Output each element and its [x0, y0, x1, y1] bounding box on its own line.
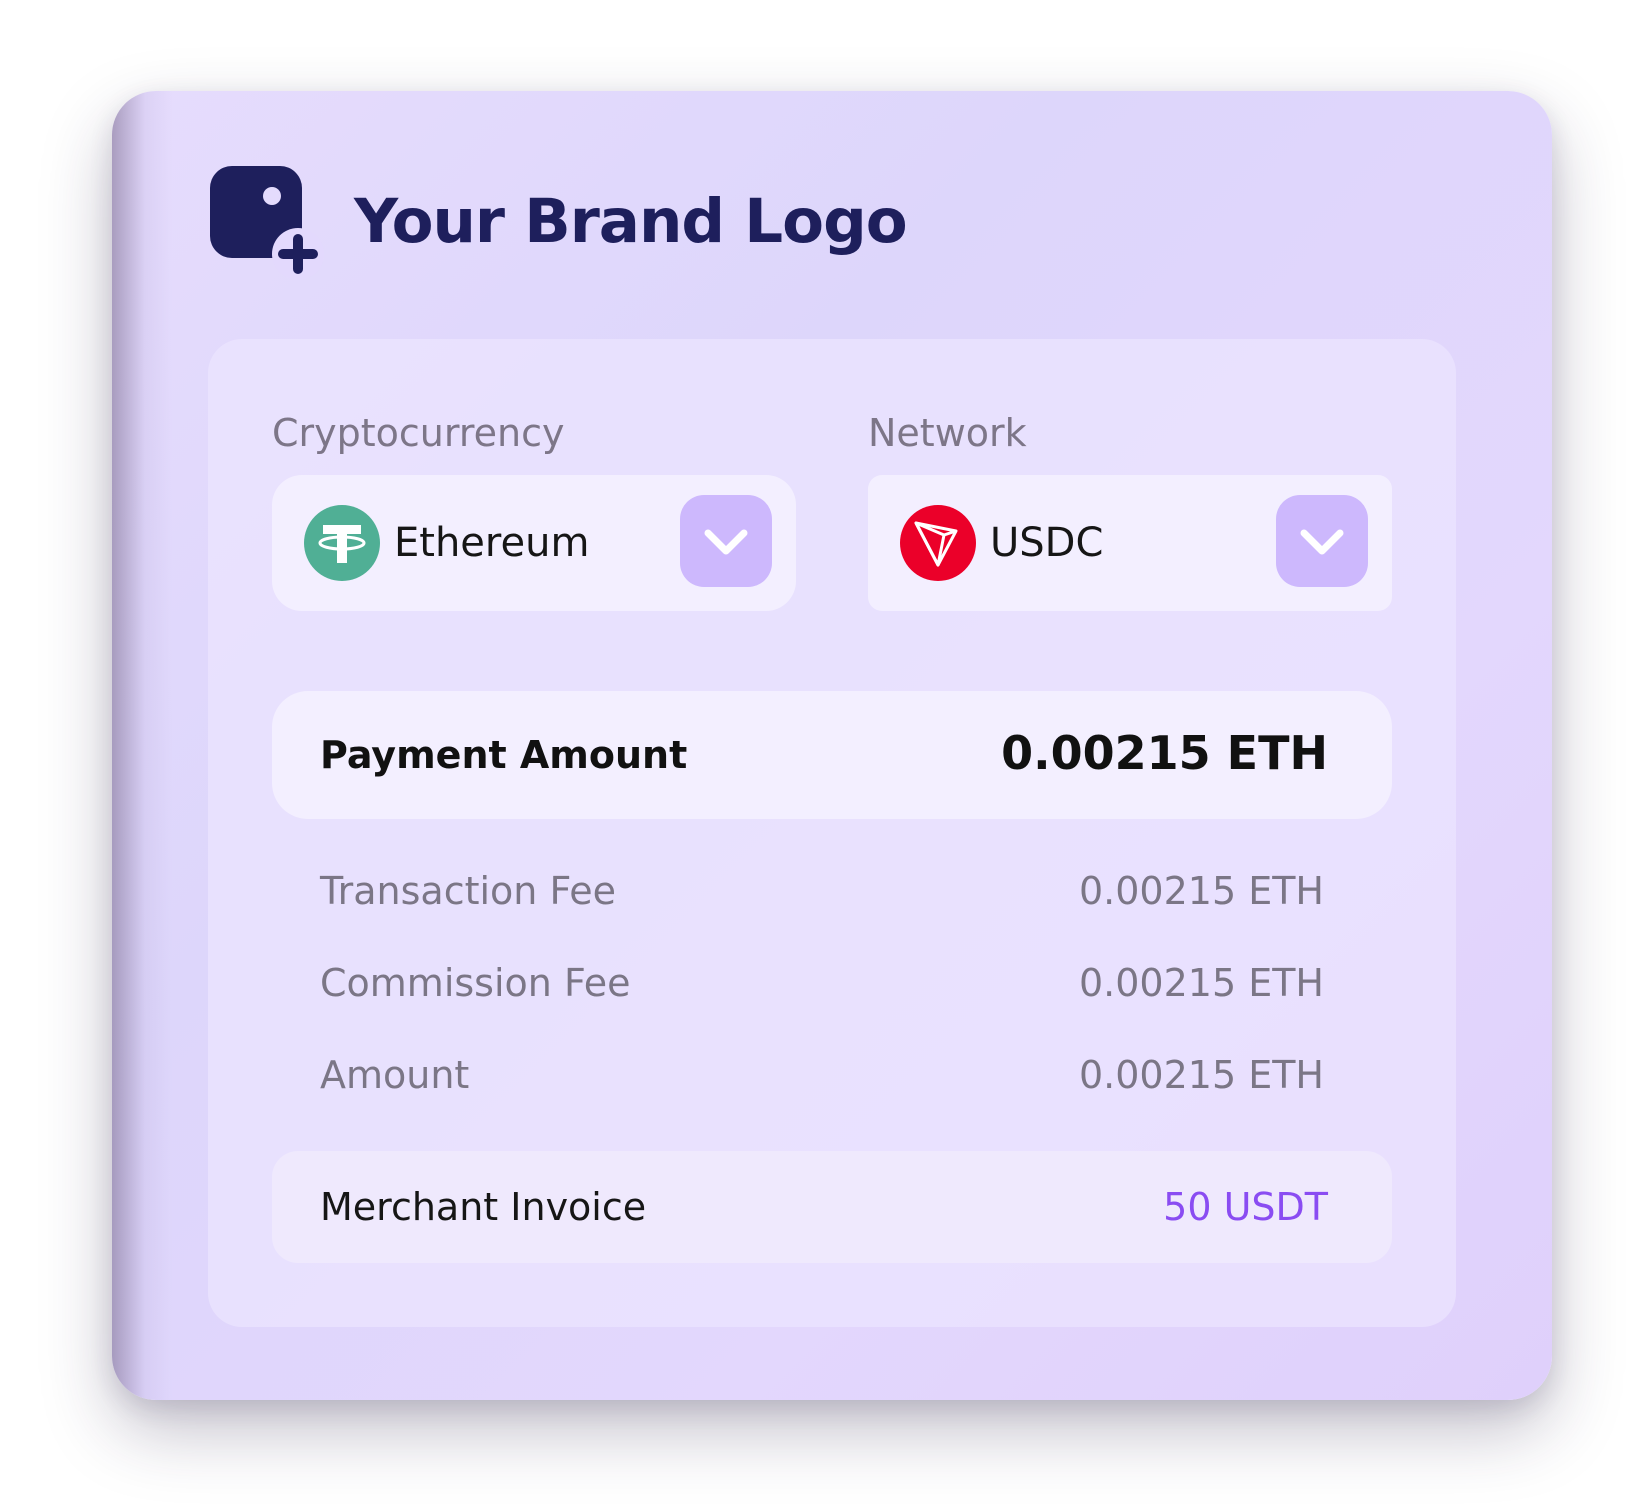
chevron-down-icon [704, 529, 748, 555]
cryptocurrency-value: Ethereum [394, 520, 590, 566]
cryptocurrency-dropdown-button[interactable] [680, 495, 772, 587]
fee-label: Transaction Fee [320, 869, 617, 913]
payment-amount-box: Payment Amount 0.00215 ETH [272, 691, 1392, 819]
fee-label: Commission Fee [320, 961, 631, 1005]
image-plus-icon [206, 162, 324, 280]
network-label: Network [868, 411, 1027, 455]
fee-row-transaction: Transaction Fee 0.00215 ETH [320, 869, 1324, 925]
fee-row-amount: Amount 0.00215 ETH [320, 1053, 1324, 1109]
fee-value: 0.00215 ETH [1078, 961, 1324, 1005]
cryptocurrency-label: Cryptocurrency [272, 411, 565, 455]
fee-value: 0.00215 ETH [1078, 1053, 1324, 1097]
merchant-invoice-label: Merchant Invoice [320, 1185, 647, 1229]
tether-icon [304, 505, 380, 581]
payment-card: Your Brand Logo Cryptocurrency Ethereum … [112, 91, 1552, 1400]
card-edge-shadow [112, 91, 172, 1400]
cryptocurrency-select[interactable]: Ethereum [272, 475, 796, 611]
payment-amount-label: Payment Amount [320, 733, 688, 777]
chevron-down-icon [1300, 529, 1344, 555]
network-dropdown-button[interactable] [1276, 495, 1368, 587]
fee-label: Amount [320, 1053, 470, 1097]
network-select[interactable]: USDC [868, 475, 1392, 611]
merchant-invoice-box: Merchant Invoice 50 USDT [272, 1151, 1392, 1263]
merchant-invoice-value: 50 USDT [1163, 1185, 1328, 1229]
network-value: USDC [990, 520, 1104, 566]
tron-icon [900, 505, 976, 581]
brand-header: Your Brand Logo [206, 161, 908, 281]
payment-amount-value: 0.00215 ETH [1001, 726, 1328, 780]
fee-row-commission: Commission Fee 0.00215 ETH [320, 961, 1324, 1017]
brand-name: Your Brand Logo [354, 185, 908, 257]
payment-panel: Cryptocurrency Ethereum Network USDC Pay… [208, 339, 1456, 1327]
fee-value: 0.00215 ETH [1078, 869, 1324, 913]
